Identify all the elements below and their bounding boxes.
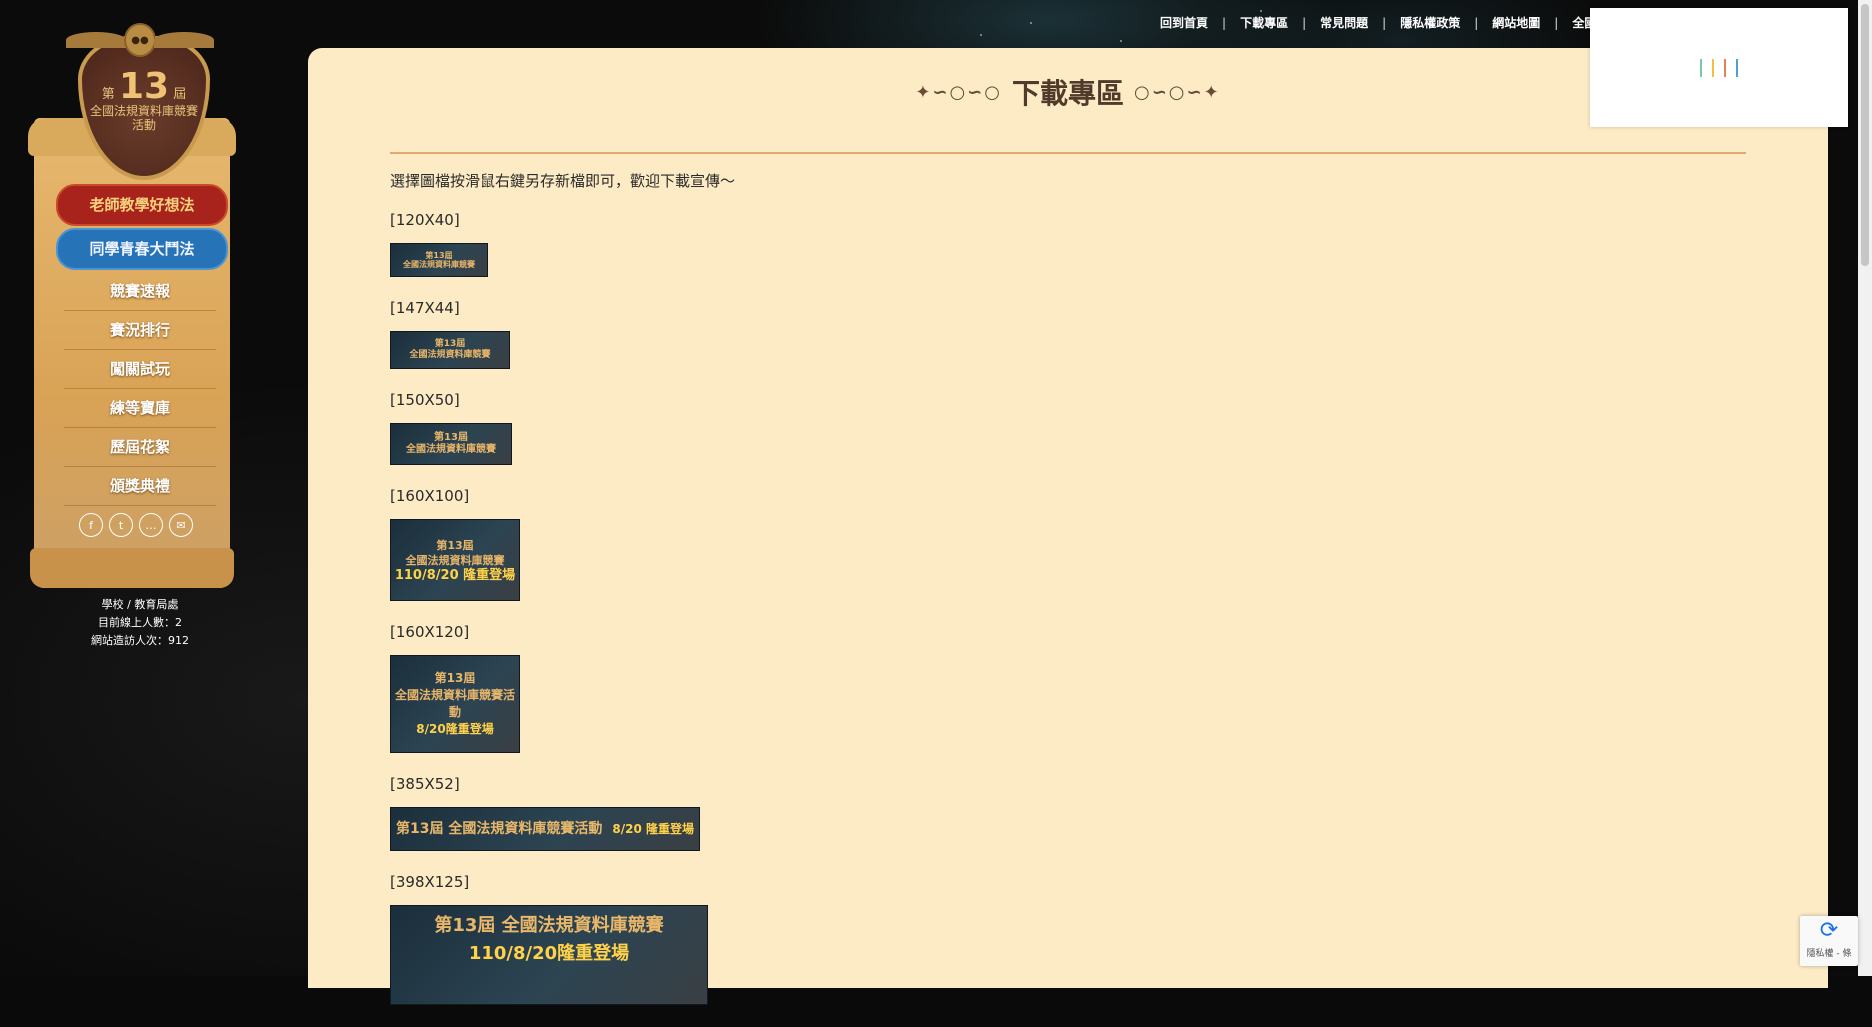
recaptcha-text: 隱私權 - 條 — [1806, 949, 1852, 959]
floating-overlay-box — [1590, 8, 1848, 127]
banner-text: 110/8/20隆重登場 — [468, 943, 630, 964]
nav-home-link[interactable]: 回到首頁 — [1160, 14, 1208, 31]
nav-download-link[interactable]: 下載專區 — [1240, 14, 1288, 31]
owl-wing-right — [154, 32, 214, 48]
stats-org: 學校 / 教育局處 — [101, 598, 179, 611]
banner-text: 第13屆 — [434, 339, 466, 349]
page-scrollbar[interactable] — [1858, 0, 1872, 976]
owl-wing-left — [66, 32, 126, 48]
banner-image-160x100[interactable]: 第13屆 全國法規資料庫競賽 110/8/20 隆重登場 — [390, 519, 520, 601]
social-links: f t … ✉ — [79, 513, 193, 537]
sidebar-menu: 競賽速報 賽況排行 闖關試玩 練等寶庫 歷屆花絮 頒獎典禮 — [64, 272, 216, 506]
ornament-right-icon: ○∽○∽✦ — [1134, 81, 1221, 103]
nav-separator: | — [1554, 15, 1559, 30]
loader-bar-icon — [1712, 58, 1714, 77]
twitter-icon[interactable]: t — [109, 513, 133, 537]
banner-text: 8/20 隆重登場 — [612, 822, 694, 836]
sidebar-item-treasury[interactable]: 練等寶庫 — [64, 389, 216, 428]
download-content: 選擇圖檔按滑鼠右鍵另存新檔即可，歡迎下載宣傳～ [120X40] 第13屆 全國… — [390, 170, 735, 1027]
loader-bar-icon — [1724, 58, 1726, 77]
banner-image-398x125[interactable]: 第13屆 全國法規資料庫競賽 110/8/20隆重登場 — [390, 905, 708, 1005]
title-divider — [390, 152, 1746, 154]
banner-text: 全國法規資料庫競賽 — [403, 260, 475, 269]
sidebar-item-ranking[interactable]: 賽況排行 — [64, 311, 216, 350]
banner-size-label: [150X50] — [390, 391, 460, 409]
banner-text: 全國法規資料庫競賽 — [405, 553, 505, 567]
nav-separator: | — [1474, 15, 1479, 30]
ornament-left-icon: ✦∽○∽○ — [915, 81, 1002, 103]
banner-text: 第13屆 — [425, 251, 453, 260]
banner-text: 第13屆 全國法規資料庫競賽 — [434, 915, 664, 936]
banner-text: 全國法規資料庫競賽 — [409, 350, 491, 360]
banner-size-label: [160X100] — [390, 487, 470, 505]
badge-subtitle: 全國法規資料庫競賽活動 — [90, 104, 199, 132]
stats-visits: 網站造訪人次：912 — [91, 634, 189, 647]
owl-icon: ●● — [124, 23, 156, 57]
badge-edition-suffix: 屆 — [173, 87, 187, 102]
loader-bar-icon — [1700, 58, 1702, 77]
banner-text: 全國法規資料庫競賽活動 — [394, 688, 515, 719]
owl-logo: ●● — [56, 20, 224, 60]
banner-image-120x40[interactable]: 第13屆 全國法規資料庫競賽 — [390, 243, 488, 277]
sidebar-item-awards[interactable]: 頒獎典禮 — [64, 467, 216, 506]
badge-number: 13 — [118, 66, 170, 107]
banner-text: 第13屆 — [434, 671, 476, 685]
nav-separator: | — [1382, 15, 1387, 30]
banner-size-label: [160X120] — [390, 623, 470, 641]
banner-image-385x52[interactable]: 第13屆 全國法規資料庫競賽活動 8/20 隆重登場 — [390, 807, 700, 851]
banner-text: 第13屆 — [434, 432, 468, 443]
banner-text: 全國法規資料庫競賽 — [406, 444, 496, 455]
star-decoration — [1120, 40, 1122, 42]
facebook-icon[interactable]: f — [79, 513, 103, 537]
sidebar-item-news[interactable]: 競賽速報 — [64, 272, 216, 311]
top-navigation: 回到首頁 | 下載專區 | 常見問題 | 隱私權政策 | 網站地圖 | 全國 — [1160, 14, 1596, 31]
recaptcha-badge[interactable]: ⟳ 隱私權 - 條 — [1800, 916, 1858, 966]
star-decoration — [980, 34, 982, 36]
banner-image-147x44[interactable]: 第13屆 全國法規資料庫競賽 — [390, 331, 510, 369]
banner-text: 第13屆 全國法規資料庫競賽活動 — [396, 821, 603, 837]
site-stats: 學校 / 教育局處 目前線上人數：2 網站造訪人次：912 — [60, 596, 220, 650]
badge-edition-prefix: 第 13 屆 — [101, 66, 187, 107]
banner-size-label: [147X44] — [390, 299, 460, 317]
banner-text: 第13屆 — [436, 538, 474, 552]
banner-image-160x120[interactable]: 第13屆 全國法規資料庫競賽活動 8/20隆重登場 — [390, 655, 520, 753]
loader-bar-icon — [1736, 58, 1738, 77]
recaptcha-icon: ⟳ — [1819, 918, 1839, 943]
scrollbar-thumb[interactable] — [1861, 4, 1869, 266]
banner-size-label: [120X40] — [390, 211, 460, 229]
main-panel: ✦∽○∽○ 下載專區 ○∽○∽✦ 選擇圖檔按滑鼠右鍵另存新檔即可，歡迎下載宣傳～… — [308, 48, 1828, 1005]
page-title: 下載專區 — [1011, 77, 1124, 110]
intro-text: 選擇圖檔按滑鼠右鍵另存新檔即可，歡迎下載宣傳～ — [390, 172, 736, 190]
banner-text: 8/20隆重登場 — [416, 722, 494, 736]
nav-separator: | — [1222, 15, 1227, 30]
sidebar-item-trial[interactable]: 闖關試玩 — [64, 350, 216, 389]
star-decoration — [1260, 10, 1262, 12]
star-decoration — [1030, 22, 1032, 24]
banner-image-150x50[interactable]: 第13屆 全國法規資料庫競賽 — [390, 423, 512, 465]
sidebar-item-highlights[interactable]: 歷屆花絮 — [64, 428, 216, 467]
banner-size-label: [398X125] — [390, 873, 470, 891]
stats-online: 目前線上人數：2 — [98, 616, 182, 629]
nav-privacy-link[interactable]: 隱私權政策 — [1400, 14, 1460, 31]
nav-sitemap-link[interactable]: 網站地圖 — [1492, 14, 1540, 31]
mail-icon[interactable]: ✉ — [169, 513, 193, 537]
banner-text: 110/8/20 隆重登場 — [394, 567, 516, 583]
nav-faq-link[interactable]: 常見問題 — [1320, 14, 1368, 31]
line-icon[interactable]: … — [139, 513, 163, 537]
nav-separator: | — [1302, 15, 1307, 30]
teacher-ideas-button[interactable]: 老師教學好想法 — [56, 184, 228, 226]
banner-size-label: [385X52] — [390, 775, 460, 793]
student-battle-button[interactable]: 同學青春大鬥法 — [56, 228, 228, 270]
